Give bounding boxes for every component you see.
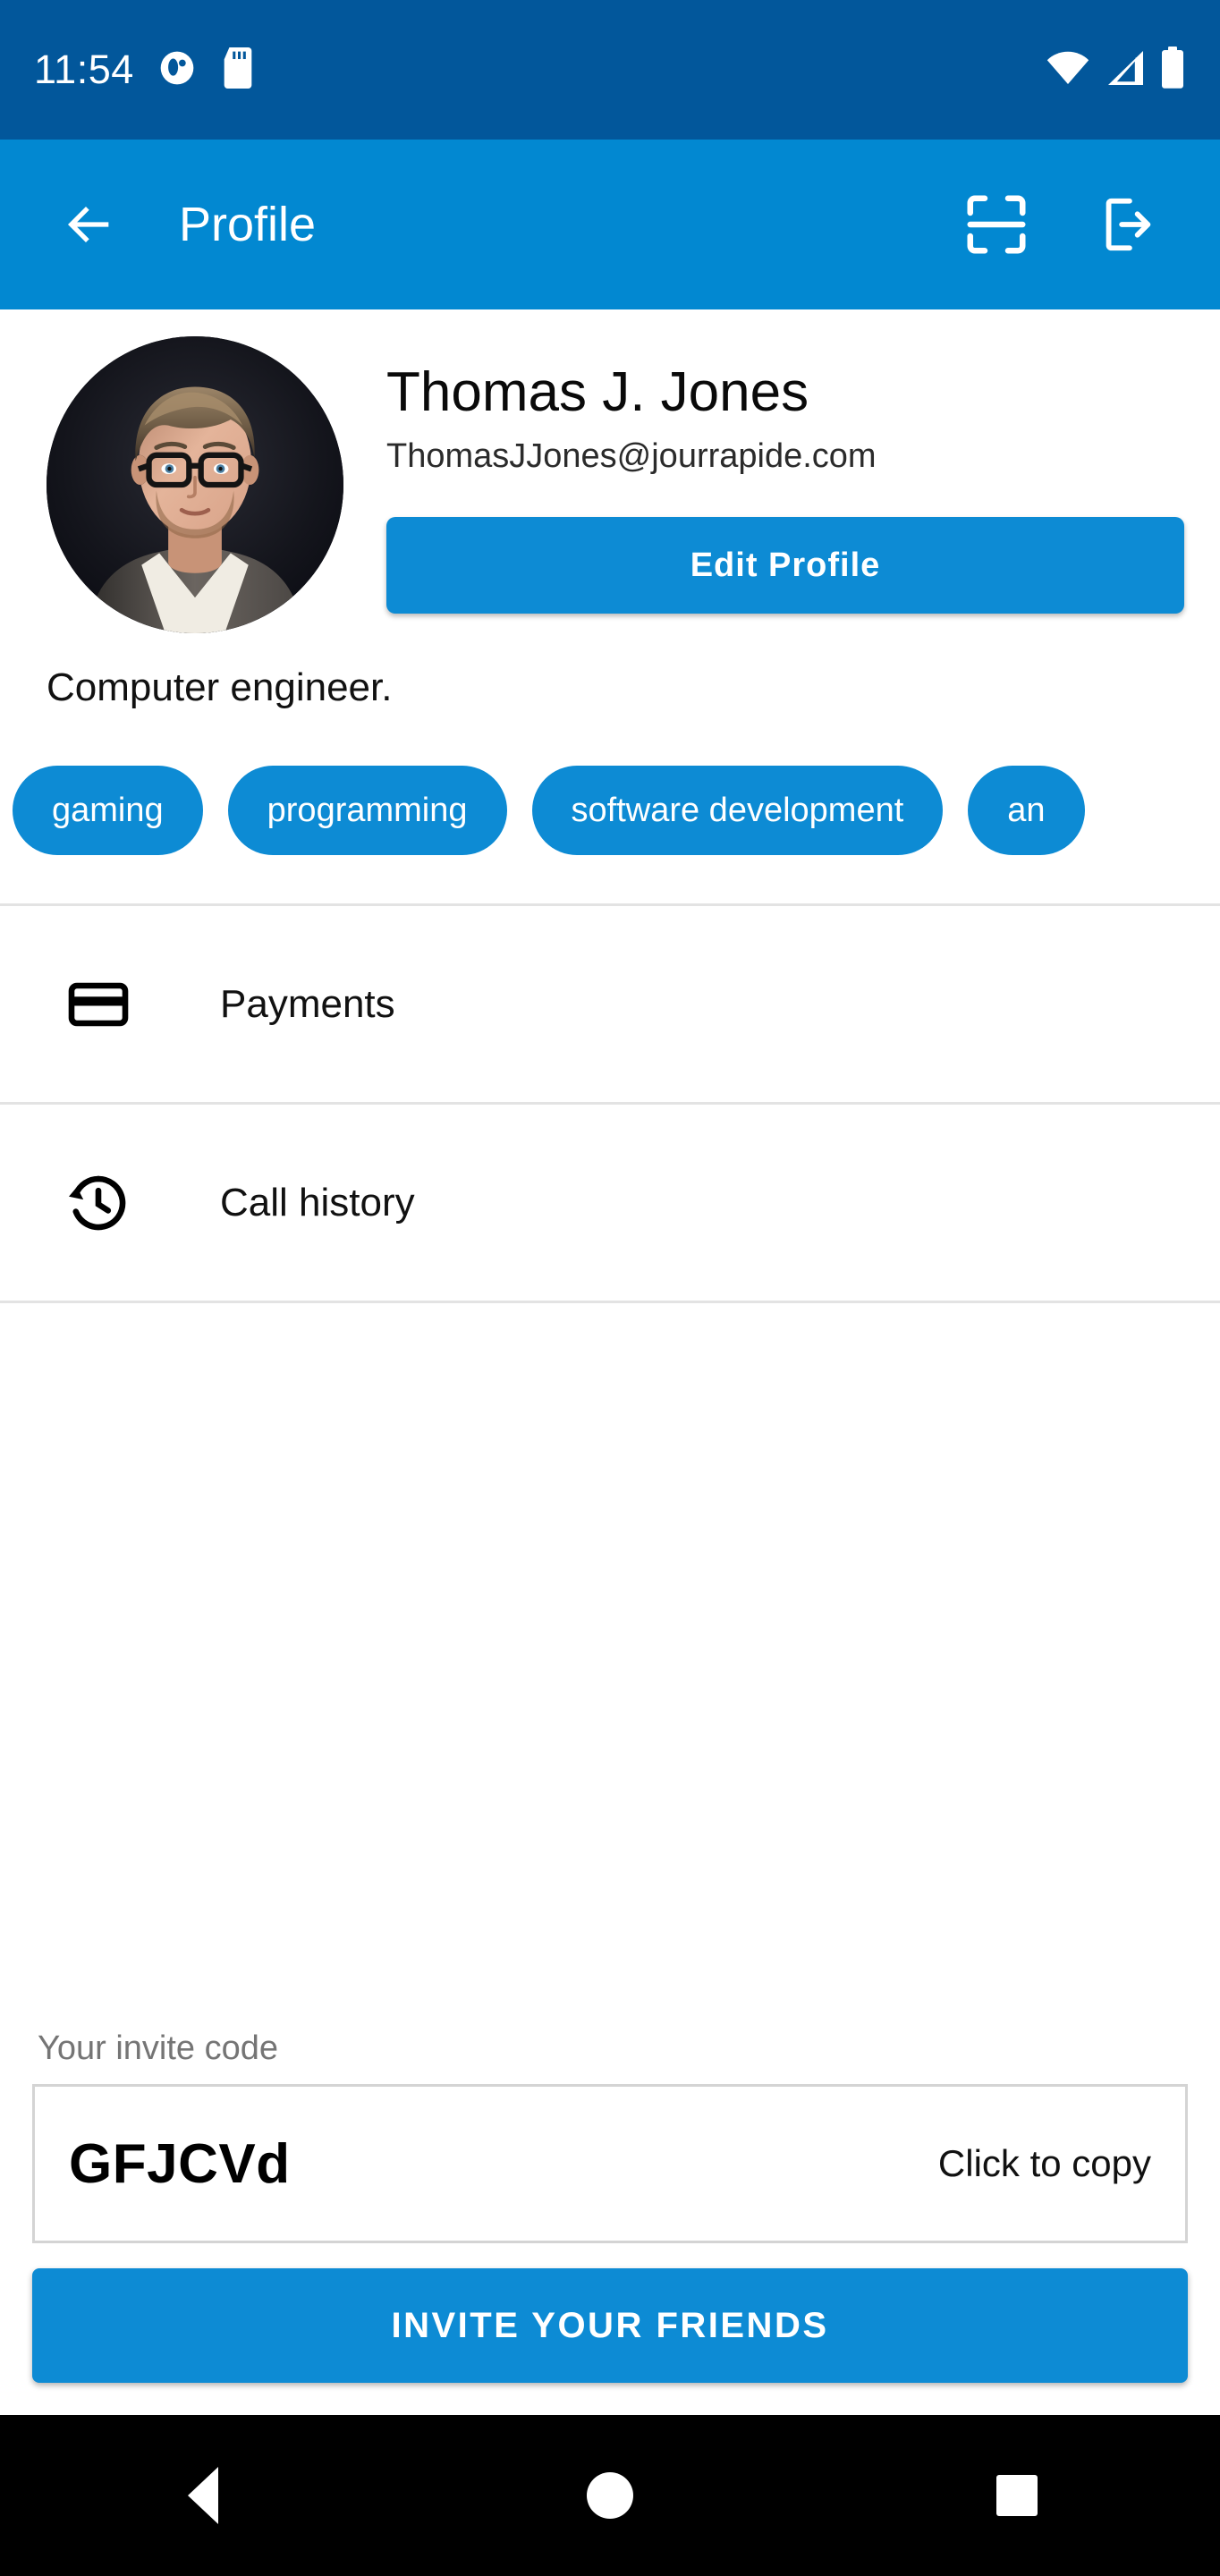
status-bar-clock: 11:54 [34,46,134,92]
logout-icon [1106,198,1151,251]
nav-recents-button[interactable] [945,2451,1089,2540]
tag-chip[interactable]: an [968,766,1085,855]
android-nav-bar [0,2415,1220,2576]
cellular-signal-icon [1104,50,1145,90]
nav-home-button[interactable] [538,2451,682,2540]
menu-item-payments[interactable]: Payments [0,906,1220,1105]
phone-screen: 11:54 Profile Thomas J. Jones ThomasJJon… [0,0,1220,2576]
profile-info: Thomas J. Jones ThomasJJones@jourrapide.… [343,336,1184,633]
profile-name: Thomas J. Jones [386,361,809,423]
scan-qr-button[interactable] [953,182,1039,267]
invite-section: Your invite code GFJCVd Click to copy IN… [0,2029,1220,2383]
credit-card-icon [66,972,131,1037]
wifi-icon [1046,51,1089,89]
profile-photo [47,336,343,633]
app-bar-actions [953,182,1190,267]
invite-code-box[interactable]: GFJCVd Click to copy [32,2084,1188,2243]
qr-scan-icon [967,195,1026,254]
tag-chip[interactable]: software development [531,766,944,855]
profile-menu-list: Payments Call history [0,903,1220,1303]
recents-square-icon [995,2475,1038,2516]
tag-chip[interactable]: programming [227,766,507,855]
status-bar-left: 11:54 [34,47,256,93]
interest-tags[interactable]: gaming programming software development … [0,710,1220,855]
invite-copy-hint: Click to copy [937,2142,1151,2184]
arrow-left-icon [68,207,109,242]
invite-code-value: GFJCVd [69,2132,291,2195]
menu-item-label: Call history [220,1180,415,1224]
profile-header: Thomas J. Jones ThomasJJones@jourrapide.… [0,309,1220,633]
edit-profile-button[interactable]: Edit Profile [386,517,1184,614]
logout-button[interactable] [1084,182,1170,267]
invite-friends-button[interactable]: INVITE YOUR FRIENDS [32,2268,1188,2383]
back-triangle-icon [188,2467,219,2524]
profile-bio: Computer engineer. [47,665,393,709]
sd-card-icon [220,47,256,93]
invite-code-label: Your invite code [38,2029,279,2067]
app-bar: Profile [0,140,1220,309]
notification-dot-icon [157,48,197,92]
profile-email: ThomasJJones@jourrapide.com [386,437,877,476]
battery-icon [1159,46,1186,94]
back-button[interactable] [47,182,132,267]
history-clock-icon [66,1171,131,1235]
status-bar: 11:54 [0,0,1220,140]
tag-chip[interactable]: gaming [13,766,203,855]
avatar [47,336,343,633]
status-bar-right [1046,46,1186,94]
home-circle-icon [586,2472,633,2519]
menu-item-call-history[interactable]: Call history [0,1105,1220,1303]
nav-back-button[interactable] [131,2451,275,2540]
menu-item-label: Payments [220,981,395,1026]
page-title: Profile [179,198,317,251]
